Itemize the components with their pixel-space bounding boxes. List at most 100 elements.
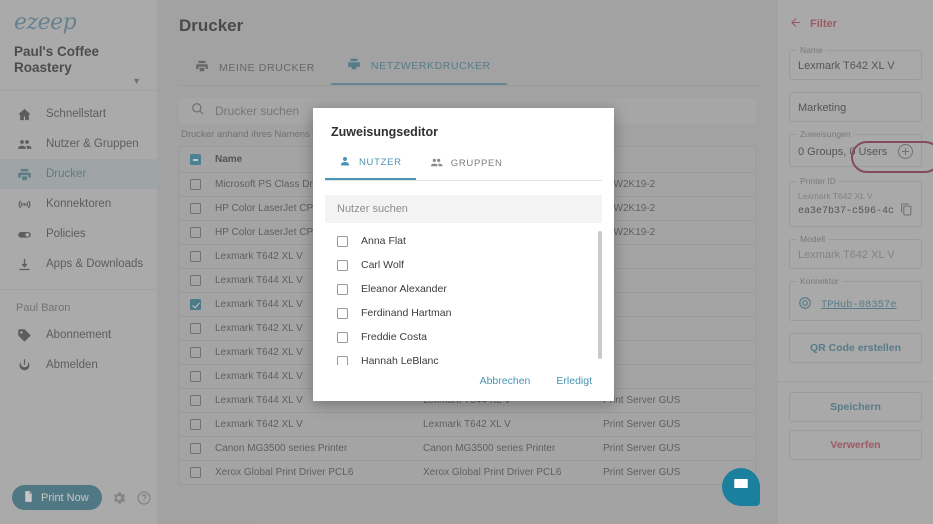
user-list-item[interactable]: Carl Wolf bbox=[325, 253, 602, 277]
sidebar-item-konnektoren[interactable]: Konnektoren bbox=[0, 189, 157, 219]
row-checkbox[interactable] bbox=[190, 203, 201, 214]
network-printer-icon bbox=[347, 57, 361, 74]
organization-name: Paul's Coffee Roastery bbox=[14, 44, 143, 76]
user-name-label: Anna Flat bbox=[361, 235, 406, 247]
modal-tab-nutzer[interactable]: NUTZER bbox=[325, 151, 416, 180]
sidebar-item-apps-downloads[interactable]: Apps & Downloads bbox=[0, 249, 157, 279]
modal-search-box[interactable] bbox=[325, 195, 602, 223]
cell-connector: Print Server GUS bbox=[603, 395, 755, 406]
sidebar-item-label: Apps & Downloads bbox=[46, 258, 143, 270]
create-qr-code-button[interactable]: QR Code erstellen bbox=[789, 333, 922, 363]
filter-back-button[interactable]: Filter bbox=[789, 16, 922, 32]
user-list-item[interactable]: Ferdinand Hartman bbox=[325, 301, 602, 325]
document-icon bbox=[22, 490, 35, 506]
user-list-item[interactable]: Hannah LeBlanc bbox=[325, 349, 602, 365]
table-row[interactable]: Lexmark T642 XL VLexmark T642 XL VPrint … bbox=[180, 413, 755, 437]
printer-name-label: Name bbox=[797, 45, 826, 55]
printer-model-value: Lexmark T642 XL V bbox=[798, 249, 913, 261]
sidebar: ezeep Paul's Coffee Roastery ▼ Schnellst… bbox=[0, 0, 157, 524]
print-now-button[interactable]: Print Now bbox=[12, 485, 102, 510]
tab-meine-drucker[interactable]: MEINE DRUCKER bbox=[179, 59, 331, 85]
power-icon bbox=[16, 357, 32, 373]
sidebar-user-name: Paul Baron bbox=[0, 290, 157, 320]
row-checkbox[interactable] bbox=[190, 179, 201, 190]
cell-connector: Print Server GUS bbox=[603, 419, 755, 430]
print-now-label: Print Now bbox=[41, 492, 89, 504]
row-checkbox[interactable] bbox=[190, 347, 201, 358]
chat-support-button[interactable] bbox=[722, 468, 760, 506]
cell-connector: R-W2K19-2 bbox=[603, 203, 755, 214]
done-button[interactable]: Erledigt bbox=[556, 375, 592, 387]
sidebar-item-label: Schnellstart bbox=[46, 108, 106, 120]
help-icon[interactable] bbox=[136, 490, 152, 506]
save-button[interactable]: Speichern bbox=[789, 392, 922, 422]
printer-id-value: ea3e7b37-c596-4c... bbox=[798, 206, 896, 217]
printer-id-field[interactable]: Printer ID Lexmark T642 XL V ea3e7b37-c5… bbox=[789, 181, 922, 227]
user-checkbox[interactable] bbox=[337, 260, 348, 271]
cell-printer-model: Canon MG3500 series Printer bbox=[423, 443, 603, 454]
user-list-item[interactable]: Freddie Costa bbox=[325, 325, 602, 349]
connector-link[interactable]: TPHub-08357e bbox=[821, 299, 897, 311]
arrow-left-icon bbox=[789, 16, 802, 32]
add-assignment-button[interactable] bbox=[898, 144, 913, 159]
user-checkbox[interactable] bbox=[337, 356, 348, 365]
cell-connector: 7e bbox=[603, 251, 755, 262]
modal-title: Zuweisungseditor bbox=[313, 108, 614, 151]
row-checkbox[interactable] bbox=[190, 275, 201, 286]
sidebar-item-policies[interactable]: Policies bbox=[0, 219, 157, 249]
user-name-label: Carl Wolf bbox=[361, 259, 404, 271]
sidebar-item-nutzer-gruppen[interactable]: Nutzer & Gruppen bbox=[0, 129, 157, 159]
sidebar-footer: Print Now bbox=[0, 485, 157, 524]
sidebar-item-schnellstart[interactable]: Schnellstart bbox=[0, 99, 157, 129]
connector-link-row[interactable]: TPHub-08357e bbox=[798, 296, 913, 313]
sidebar-nav: Schnellstart Nutzer & Gruppen Drucker Ko… bbox=[0, 91, 157, 380]
row-checkbox[interactable] bbox=[190, 251, 201, 262]
user-name-label: Eleanor Alexander bbox=[361, 283, 447, 295]
row-checkbox[interactable] bbox=[190, 419, 201, 430]
modal-tab-gruppen[interactable]: GRUPPEN bbox=[416, 151, 517, 180]
discard-button[interactable]: Verwerfen bbox=[789, 430, 922, 460]
row-checkbox[interactable] bbox=[190, 299, 201, 310]
user-icon bbox=[339, 155, 351, 170]
cell-printer-name: Canon MG3500 series Printer bbox=[215, 443, 423, 454]
tab-label: NETZWERKDRUCKER bbox=[371, 60, 491, 72]
cell-connector: 7e bbox=[603, 299, 755, 310]
row-checkbox[interactable] bbox=[190, 371, 201, 382]
user-list-scrollbar[interactable] bbox=[598, 231, 602, 359]
printer-tabs: MEINE DRUCKER NETZWERKDRUCKER bbox=[179, 52, 762, 86]
row-checkbox[interactable] bbox=[190, 323, 201, 334]
connector-label: Konnektor bbox=[797, 276, 842, 286]
user-checkbox[interactable] bbox=[337, 332, 348, 343]
user-checkbox[interactable] bbox=[337, 308, 348, 319]
table-row[interactable]: Xerox Global Print Driver PCL6Xerox Glob… bbox=[180, 461, 755, 485]
user-checkbox[interactable] bbox=[337, 236, 348, 247]
table-row[interactable]: Canon MG3500 series PrinterCanon MG3500 … bbox=[180, 437, 755, 461]
assignments-label: Zuweisungen bbox=[797, 129, 854, 139]
sidebar-item-label: Nutzer & Gruppen bbox=[46, 138, 139, 150]
modal-tabs: NUTZER GRUPPEN bbox=[325, 151, 602, 181]
row-checkbox[interactable] bbox=[190, 443, 201, 454]
chevron-down-icon[interactable]: ▼ bbox=[132, 76, 141, 86]
sidebar-item-drucker[interactable]: Drucker bbox=[0, 159, 157, 189]
select-all-checkbox[interactable] bbox=[190, 154, 201, 165]
user-list-item[interactable]: Eleanor Alexander bbox=[325, 277, 602, 301]
user-search-input[interactable] bbox=[337, 203, 590, 215]
modal-actions: Abbrechen Erledigt bbox=[313, 365, 614, 401]
panel-divider bbox=[778, 381, 933, 382]
printer-location-field[interactable]: Marketing bbox=[789, 92, 922, 122]
printer-name-field[interactable]: Name Lexmark T642 XL V bbox=[789, 50, 922, 80]
row-checkbox[interactable] bbox=[190, 395, 201, 406]
gear-icon[interactable] bbox=[111, 490, 127, 506]
row-checkbox[interactable] bbox=[190, 227, 201, 238]
user-checkbox[interactable] bbox=[337, 284, 348, 295]
sidebar-item-abmelden[interactable]: Abmelden bbox=[0, 350, 157, 380]
copy-icon[interactable] bbox=[900, 203, 913, 219]
cancel-button[interactable]: Abbrechen bbox=[480, 375, 531, 387]
tab-netzwerkdrucker[interactable]: NETZWERKDRUCKER bbox=[331, 57, 507, 85]
cell-printer-model: Xerox Global Print Driver PCL6 bbox=[423, 467, 603, 478]
row-checkbox[interactable] bbox=[190, 467, 201, 478]
ezeep-logo: ezeep bbox=[14, 12, 143, 34]
assignments-groups-count: 0 Groups, bbox=[798, 146, 846, 158]
sidebar-item-abonnement[interactable]: Abonnement bbox=[0, 320, 157, 350]
user-list-item[interactable]: Anna Flat bbox=[325, 229, 602, 253]
